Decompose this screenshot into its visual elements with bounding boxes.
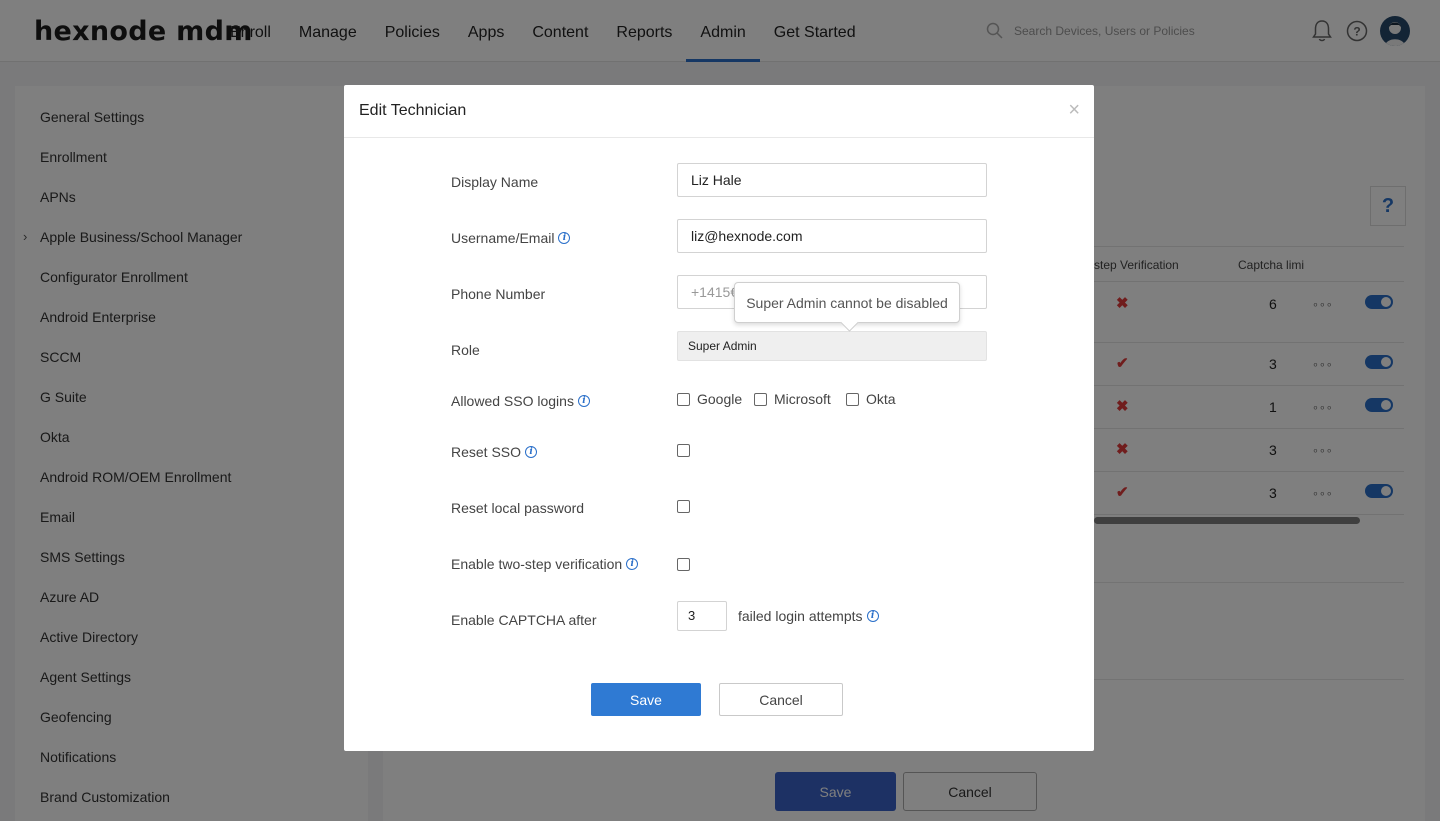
modal-title: Edit Technician	[359, 102, 467, 119]
captcha-label: Enable CAPTCHA after	[451, 612, 597, 628]
info-icon[interactable]: i	[558, 232, 571, 244]
okta-sso-checkbox[interactable]	[846, 393, 859, 406]
close-icon[interactable]: ×	[1068, 99, 1080, 122]
info-icon[interactable]: i	[626, 558, 639, 570]
reset-sso-label: Reset SSO i	[451, 444, 538, 460]
username-label: Username/Email i	[451, 230, 571, 246]
microsoft-sso-label: Microsoft	[774, 391, 831, 407]
role-label: Role	[451, 342, 480, 358]
info-icon[interactable]: i	[866, 610, 879, 622]
sso-label: Allowed SSO logins i	[451, 393, 590, 409]
role-select: Super Admin	[677, 331, 987, 361]
captcha-attempts-input[interactable]: 3	[677, 601, 727, 631]
role-tooltip: Super Admin cannot be disabled	[734, 282, 960, 323]
modal-header: Edit Technician ×	[344, 85, 1094, 138]
info-icon[interactable]: i	[577, 395, 590, 407]
reset-sso-checkbox[interactable]	[677, 444, 690, 457]
captcha-suffix: failed login attempts i	[738, 608, 879, 624]
google-sso-checkbox[interactable]	[677, 393, 690, 406]
info-icon[interactable]: i	[525, 446, 538, 458]
reset-password-label: Reset local password	[451, 500, 585, 516]
reset-password-checkbox[interactable]	[677, 500, 690, 513]
google-sso-label: Google	[697, 391, 743, 407]
save-button[interactable]: Save	[591, 683, 701, 716]
okta-sso-label: Okta	[866, 391, 896, 407]
display-name-input[interactable]: Liz Hale	[677, 163, 987, 197]
two-step-checkbox[interactable]	[677, 558, 690, 571]
username-input[interactable]: liz@hexnode.com	[677, 219, 987, 253]
microsoft-sso-checkbox[interactable]	[754, 393, 767, 406]
display-name-label: Display Name	[451, 174, 539, 190]
edit-technician-modal: Edit Technician × Display Name Liz Hale …	[344, 85, 1094, 751]
cancel-button[interactable]: Cancel	[719, 683, 843, 716]
phone-label: Phone Number	[451, 286, 546, 302]
two-step-label: Enable two-step verification i	[451, 556, 639, 572]
